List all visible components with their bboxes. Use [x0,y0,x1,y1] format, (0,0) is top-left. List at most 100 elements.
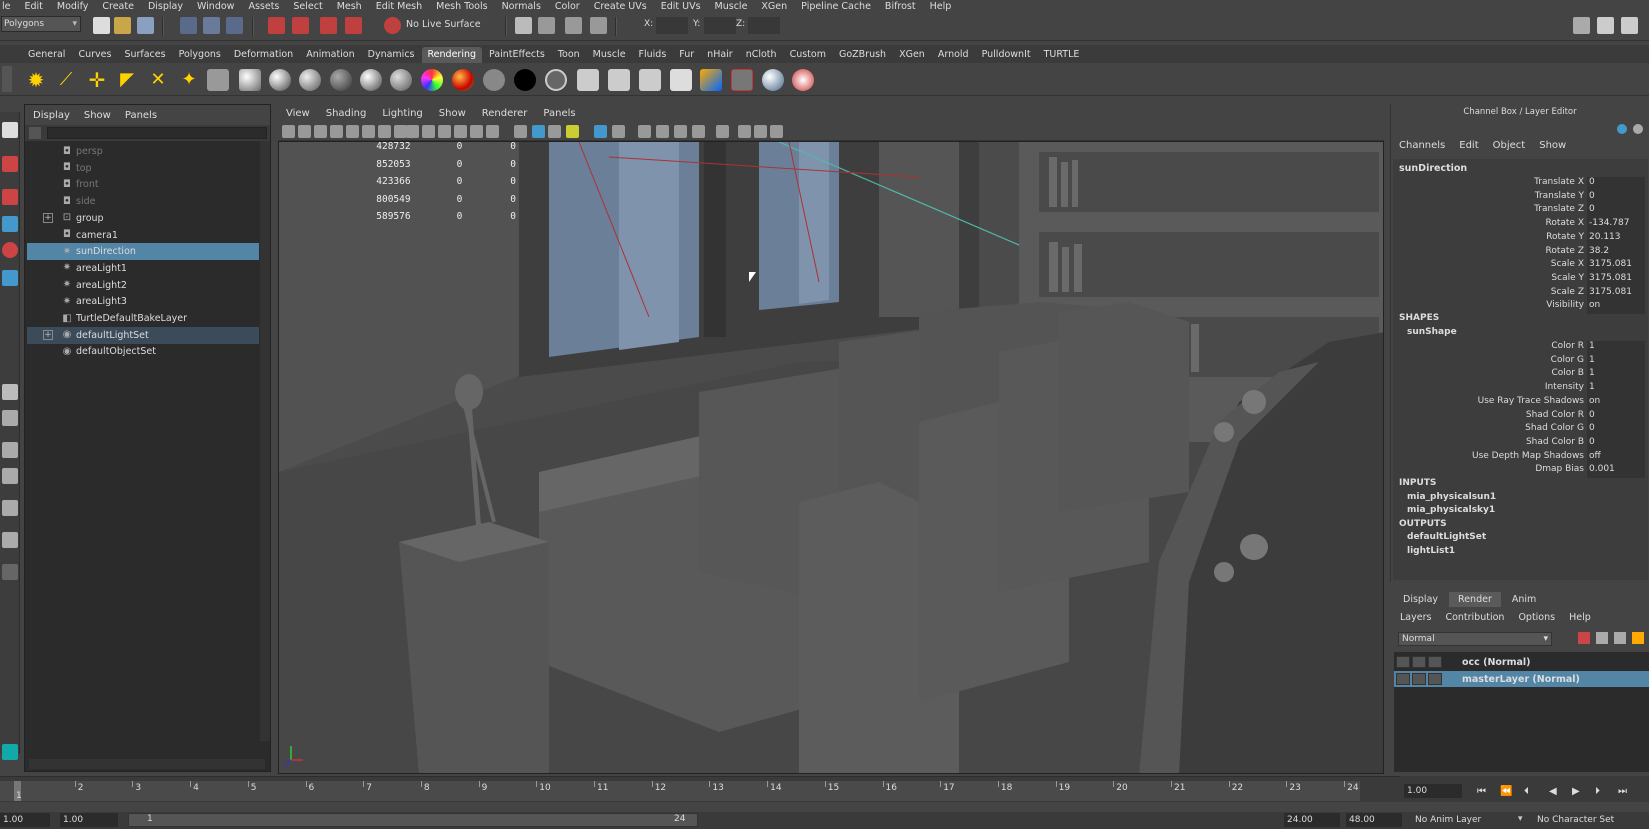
channels-menu[interactable]: Channels [1399,140,1445,151]
lasso-tool-icon[interactable] [203,17,220,34]
open-scene-icon[interactable] [114,17,131,34]
anisotropic-material-icon[interactable] [390,69,412,91]
viewport-menu-show[interactable]: Show [439,108,466,119]
shelf-tab-pulldownit[interactable]: PulldownIt [976,47,1037,63]
2d-pan-zoom-icon[interactable] [362,125,375,138]
channel-attribute[interactable]: Use Ray Trace Shadows on [1393,395,1648,410]
shelf-tab-curves[interactable]: Curves [72,47,117,63]
menu-create-uvs[interactable]: Create UVs [594,1,647,12]
layers-menu[interactable]: Layers [1400,612,1431,623]
play-forwards-icon[interactable]: ▶ [1572,786,1580,797]
mudbox-icon[interactable] [2,744,18,760]
options-menu[interactable]: Options [1518,612,1555,623]
grease-pencil-icon[interactable] [378,125,391,138]
menu-create[interactable]: Create [102,1,134,12]
shelf-tab-gozbrush[interactable]: GoZBrush [833,47,892,63]
playback-range-bar[interactable]: 1 24 [128,813,698,827]
menu-mesh[interactable]: Mesh [337,1,362,12]
outliner-item-defaultobjectset[interactable]: ◉ defaultObjectSet [27,343,259,360]
render-settings-icon[interactable] [1428,673,1442,685]
outliner-search-input[interactable] [47,127,267,139]
render-current-icon[interactable] [577,69,599,91]
attribute-value[interactable]: 3175.081 [1587,272,1645,287]
attribute-value[interactable]: 0 [1587,409,1645,424]
contribution-menu[interactable]: Contribution [1445,612,1504,623]
channel-attribute[interactable]: Scale Z 3175.081 [1393,286,1648,301]
step-back-key-icon[interactable]: ⏪ [1500,786,1512,797]
outliner-item-group[interactable]: + ⊡ group [27,210,259,227]
menu-normals[interactable]: Normals [502,1,541,12]
menu-xgen[interactable]: XGen [761,1,787,12]
layout-single-icon[interactable] [2,384,18,400]
camera-attributes-icon[interactable] [314,125,327,138]
render-view-icon[interactable] [515,17,532,34]
motion-blur-icon[interactable] [656,125,669,138]
channel-attribute[interactable]: Dmap Bias 0.001 [1393,464,1648,479]
shelf-tab-fluids[interactable]: Fluids [633,47,673,63]
ambient-light-icon[interactable]: ✹ [25,69,47,91]
shelf-tab-fur[interactable]: Fur [673,47,700,63]
menu-le[interactable]: le [2,1,10,12]
anim-layer-select[interactable]: No Anim Layer [1412,813,1502,827]
menu-mesh-tools[interactable]: Mesh Tools [436,1,487,12]
outliner-item-persp[interactable]: ◘ persp [27,143,259,160]
anti-aliasing-icon[interactable] [674,125,687,138]
xray-icon[interactable] [738,125,751,138]
x-field[interactable] [656,17,688,34]
channel-attribute[interactable]: Translate X0 [1393,177,1648,191]
render-layer-row[interactable]: occ (Normal) [1394,654,1649,670]
attribute-value[interactable]: 0 [1587,436,1645,451]
lock-camera-icon[interactable] [298,125,311,138]
outliner-vertical-scrollbar[interactable] [260,141,270,741]
select-tool-icon[interactable] [180,17,197,34]
menu-display[interactable]: Display [148,1,183,12]
shelf-tab-xgen[interactable]: XGen [893,47,931,63]
wireframe-icon[interactable] [514,125,527,138]
channel-attribute[interactable]: Scale X 3175.081 [1393,259,1648,274]
safe-title-icon[interactable] [486,125,499,138]
layout-four-icon[interactable] [2,410,18,426]
layout-persp-outliner-icon[interactable] [2,442,18,458]
resolution-gate-icon[interactable] [422,125,435,138]
save-scene-icon[interactable] [137,17,154,34]
start-time-field[interactable]: 1.00 [0,813,50,827]
layout-more-icon[interactable] [2,564,18,580]
ramp-material-icon[interactable] [421,69,443,91]
shelf-tab-dynamics[interactable]: Dynamics [362,47,421,63]
paint-render-icon[interactable] [792,69,814,91]
channel-attribute[interactable]: Rotate Z 38.2 [1393,245,1648,260]
isolate-select-icon[interactable] [716,125,729,138]
attribute-value[interactable]: on [1587,395,1645,410]
gate-mask-icon[interactable] [438,125,451,138]
menu-edit[interactable]: Edit [24,1,42,12]
layer-move-icon[interactable] [1614,632,1626,644]
attribute-value[interactable]: 3175.081 [1587,286,1645,301]
select-camera-icon[interactable] [282,125,295,138]
show-menu[interactable]: Show [1539,140,1566,151]
shelf-tab-ncloth[interactable]: nCloth [740,47,783,63]
channel-attribute[interactable]: Translate Y0 [1393,190,1648,205]
render-layer-row[interactable]: masterLayer (Normal) [1394,671,1649,687]
step-forward-frame-icon[interactable]: ⏵ [1595,786,1600,797]
attribute-value[interactable]: 0 [1587,190,1645,205]
outliner-horizontal-scrollbar[interactable] [29,759,265,769]
xray-joints-icon[interactable] [754,125,767,138]
attribute-value[interactable]: 20.113 [1587,231,1645,246]
screen-space-ao-icon[interactable] [638,125,651,138]
expand-icon[interactable]: + [43,213,53,224]
snap-point-icon[interactable] [320,17,337,34]
selected-object-name[interactable]: sunDirection [1399,163,1467,174]
sphere-preview-icon[interactable] [239,69,261,91]
bookmarks-icon[interactable] [330,125,343,138]
attribute-value[interactable]: 1 [1587,341,1645,355]
ipr-icon[interactable] [608,69,630,91]
textured-icon[interactable] [566,125,579,138]
render-globals-icon[interactable] [639,69,661,91]
render-settings-icon[interactable] [590,17,607,34]
menu-window[interactable]: Window [197,1,234,12]
channel-attribute[interactable]: Use Depth Map Shadows off [1393,450,1648,465]
shelf-tab-painteffects[interactable]: PaintEffects [483,47,551,63]
use-background-icon[interactable] [514,69,536,91]
outliner-item-sundirection[interactable]: ✷ sunDirection [27,243,259,261]
spot-light-icon[interactable]: ◤ [116,69,138,91]
